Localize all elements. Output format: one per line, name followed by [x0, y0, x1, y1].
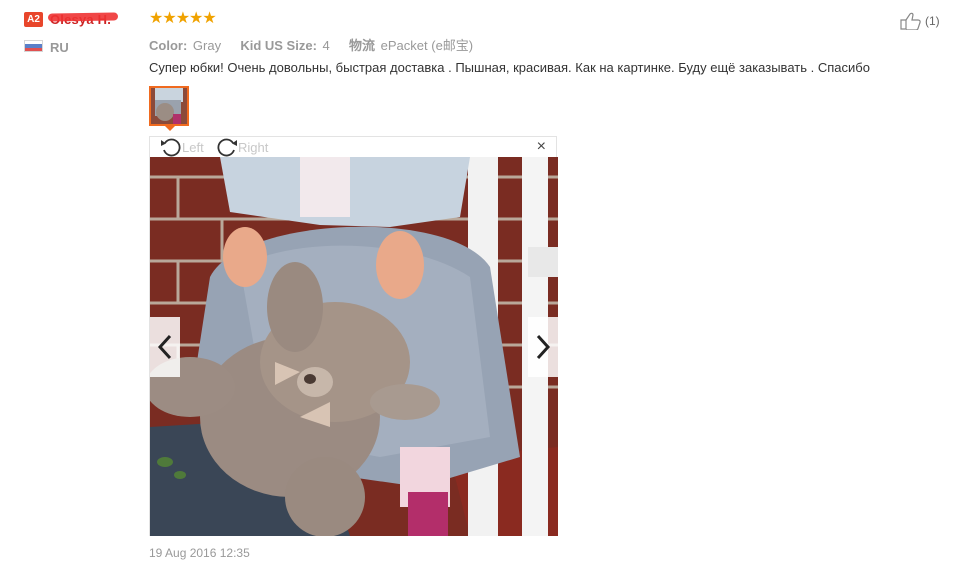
attr-size-label: Kid US Size:: [240, 38, 317, 53]
review-item: A2 Olesya H. RU ★★★★★ Color: Gray Kid US…: [0, 0, 961, 567]
attr-size-value: 4: [322, 38, 330, 53]
close-viewer-button[interactable]: ×: [537, 139, 546, 155]
russia-flag-icon: [24, 40, 43, 52]
buyer-level-badge: A2: [24, 12, 43, 27]
thumbs-up-icon: [900, 12, 921, 30]
photo-viewer: Left Right ×: [149, 136, 558, 536]
helpful-count: (1): [925, 14, 940, 28]
chevron-right-icon: [536, 334, 551, 360]
review-photo-thumbnail[interactable]: [149, 86, 189, 126]
thumbnail-image: [151, 88, 187, 124]
attr-color-value: Gray: [192, 38, 222, 53]
chevron-left-icon: [157, 334, 172, 360]
order-attributes: Color: Gray Kid US Size: 4 物流 ePacket (e…: [149, 35, 473, 54]
review-timestamp: 19 Aug 2016 12:35: [149, 546, 250, 560]
next-photo-button[interactable]: [528, 317, 558, 377]
rotate-left-label: Left: [182, 139, 204, 155]
viewer-toolbar: Left Right ×: [150, 137, 556, 157]
attr-shipping-label: 物流: [349, 38, 376, 53]
rotate-right-button[interactable]: Right: [216, 137, 268, 157]
thumbnail-active-caret: [164, 125, 176, 131]
reviewer-country: RU: [50, 40, 69, 55]
rotate-left-button[interactable]: Left: [160, 137, 204, 157]
attr-color-label: Color:: [149, 38, 188, 53]
attr-shipping-value: ePacket (e邮宝): [380, 38, 474, 53]
rotate-right-icon: [217, 138, 237, 157]
star-rating: ★★★★★: [149, 10, 217, 27]
review-photo: [150, 157, 558, 536]
helpful-button[interactable]: (1): [900, 12, 940, 30]
previous-photo-button[interactable]: [150, 317, 180, 377]
rotate-right-label: Right: [238, 139, 269, 155]
review-text: Супер юбки! Очень довольны, быстрая дост…: [149, 60, 870, 75]
rotate-left-icon: [161, 138, 181, 157]
name-redaction-scribble: [47, 12, 119, 22]
